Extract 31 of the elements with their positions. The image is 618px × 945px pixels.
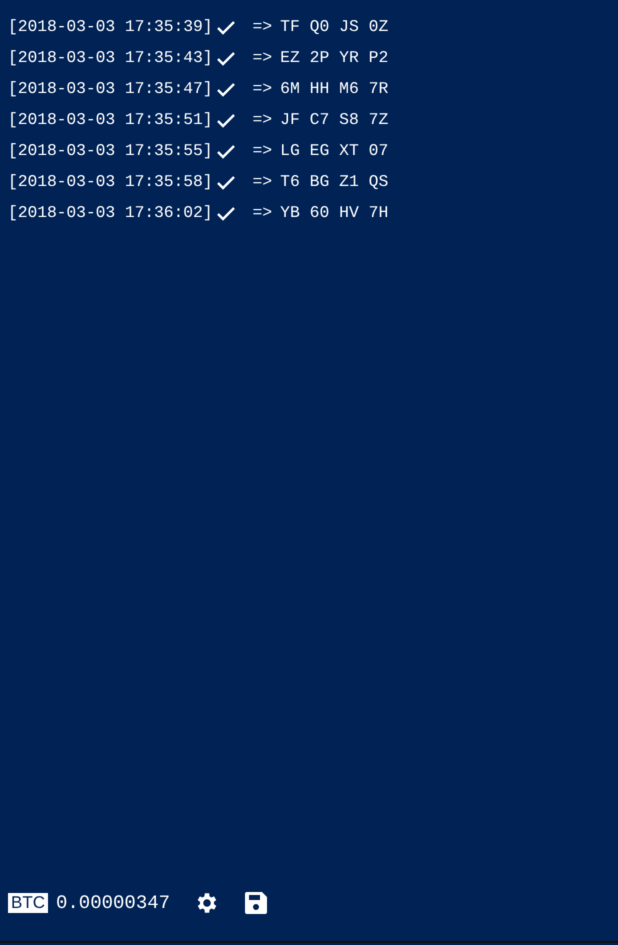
code-text: JF C7 S8 7Z (280, 109, 388, 132)
code-text: EZ 2P YR P2 (280, 47, 388, 70)
code-text: 6M HH M6 7R (280, 78, 388, 100)
check-icon (216, 82, 236, 98)
timestamp: [2018-03-03 17:35:51] (8, 109, 212, 132)
arrow-text: => (252, 202, 272, 224)
arrow-text: => (252, 140, 272, 162)
code-text: TF Q0 JS 0Z (280, 16, 388, 38)
arrow-text: => (252, 171, 272, 194)
timestamp: [2018-03-03 17:35:43] (8, 47, 212, 70)
check-icon (216, 50, 236, 66)
timestamp: [2018-03-03 17:35:47] (8, 78, 212, 100)
timestamp: [2018-03-03 17:36:02] (8, 202, 212, 224)
timestamp: [2018-03-03 17:35:55] (8, 140, 212, 162)
code-text: YB 60 HV 7H (280, 202, 388, 224)
code-text: T6 BG Z1 QS (280, 171, 388, 194)
arrow-text: => (252, 109, 272, 132)
check-icon (216, 112, 236, 128)
save-icon[interactable] (244, 890, 268, 915)
timestamp: [2018-03-03 17:35:58] (8, 171, 212, 194)
check-icon (216, 144, 236, 160)
arrow-text: => (252, 16, 272, 38)
check-icon (216, 174, 236, 190)
arrow-text: => (252, 47, 272, 70)
currency-label: BTC (8, 892, 48, 913)
arrow-text: => (252, 78, 272, 100)
timestamp: [2018-03-03 17:35:39] (8, 16, 212, 38)
code-text: LG EG XT 07 (280, 140, 388, 162)
check-icon (216, 20, 236, 36)
check-icon (216, 206, 236, 222)
balance-amount: 0.00000347 (56, 890, 170, 916)
